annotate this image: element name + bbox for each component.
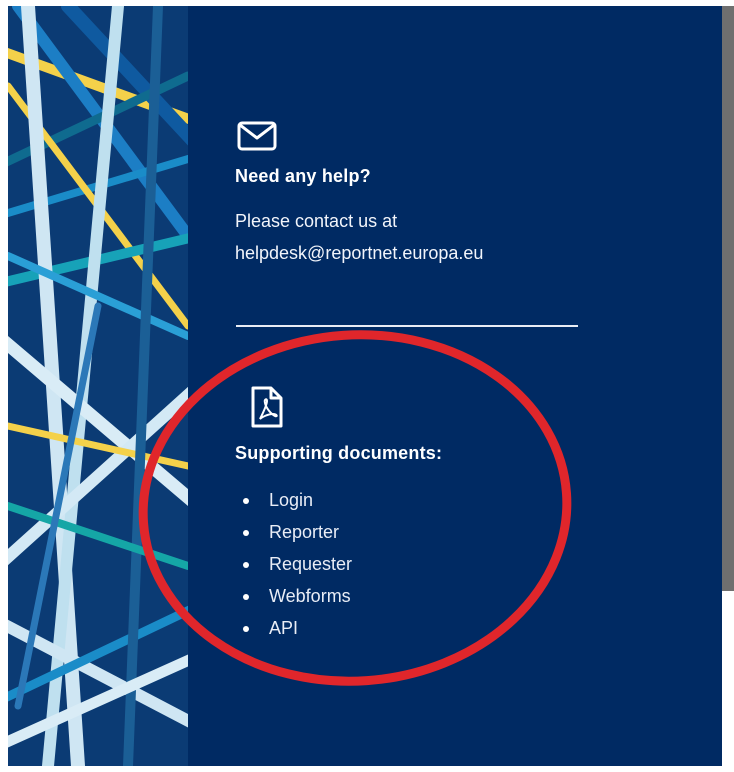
help-email-link[interactable]: helpdesk@reportnet.europa.eu (235, 237, 483, 269)
page-background-gray (722, 6, 734, 591)
documents-list: Login Reporter Requester Webforms API (235, 484, 442, 644)
help-title: Need any help? (235, 166, 371, 186)
document-link-login[interactable]: Login (235, 484, 442, 516)
document-link-requester[interactable]: Requester (235, 548, 442, 580)
document-link-reporter[interactable]: Reporter (235, 516, 442, 548)
help-contact-text: Please contact us at (235, 211, 398, 231)
page-background-white (722, 591, 734, 772)
supporting-documents-title: Supporting documents: (235, 443, 443, 463)
divider (236, 325, 578, 327)
document-label: Webforms (269, 586, 351, 606)
document-link-api[interactable]: API (235, 612, 442, 644)
help-section: Need any help? Please contact us at help… (235, 120, 483, 269)
pdf-file-icon (251, 386, 283, 428)
document-label: Reporter (269, 522, 340, 542)
decorative-lines-art (8, 6, 188, 766)
document-label: Login (269, 490, 314, 510)
document-link-webforms[interactable]: Webforms (235, 580, 442, 612)
supporting-documents-section: Supporting documents: Login Reporter Req… (235, 385, 442, 644)
envelope-icon (237, 121, 277, 151)
document-label: API (269, 618, 299, 638)
document-label: Requester (269, 554, 353, 574)
